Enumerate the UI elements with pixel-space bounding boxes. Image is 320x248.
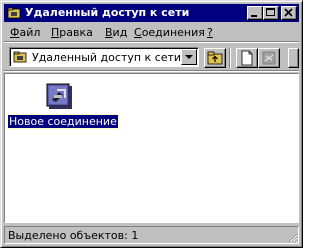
up-folder-icon (207, 51, 223, 65)
toolbar: Удаленный доступ к сети (4, 44, 299, 70)
status-bar: Выделено объектов: 1 (4, 226, 299, 244)
list-item[interactable]: Новое соединение (7, 78, 119, 130)
new-document-icon (241, 50, 253, 66)
menu-connections[interactable]: Соединения (134, 26, 205, 39)
address-dropdown-button[interactable] (181, 49, 197, 65)
menu-file[interactable]: Файл (10, 26, 40, 39)
item-label: Новое соединение (7, 114, 119, 129)
minimize-button[interactable] (247, 6, 263, 20)
menu-file-label: айл (19, 26, 41, 39)
new-button[interactable] (236, 48, 258, 68)
menu-connections-accel: С (134, 26, 142, 39)
toolbar-overflow-button[interactable] (288, 48, 299, 68)
toolbar-divider-bottom (4, 70, 299, 72)
toolbar-divider (229, 48, 231, 68)
chevron-down-icon (185, 55, 193, 59)
title-bar[interactable]: Удаленный доступ к сети (4, 4, 299, 22)
up-one-level-button[interactable] (204, 48, 226, 68)
folder-icon (13, 51, 27, 63)
menu-connections-label: оединения (141, 26, 205, 39)
close-icon (284, 8, 293, 17)
dial-up-networking-window: Удаленный доступ к сети Файл Правка Вид … (0, 0, 303, 248)
new-connection-icon (46, 83, 72, 109)
menu-divider (4, 41, 299, 43)
menu-help-accel: ? (207, 26, 213, 39)
menu-view-accel: В (105, 26, 113, 39)
resize-grip-icon[interactable] (286, 231, 298, 243)
menu-edit[interactable]: Правка (51, 26, 93, 39)
status-text: Выделено объектов: 1 (8, 229, 139, 242)
close-button[interactable] (281, 6, 297, 20)
maximize-icon (266, 8, 275, 16)
minimize-icon (251, 15, 257, 17)
maximize-button[interactable] (263, 6, 279, 20)
connect-button[interactable] (258, 48, 280, 68)
gray-connection-icon (262, 51, 276, 65)
menu-help[interactable]: ? (207, 26, 213, 39)
window-title: Удаленный доступ к сети (25, 6, 190, 19)
menu-bar: Файл Правка Вид Соединения ? (4, 23, 299, 41)
menu-view[interactable]: Вид (105, 26, 127, 39)
menu-edit-label: равка (59, 26, 93, 39)
address-combobox[interactable]: Удаленный доступ к сети (9, 47, 199, 67)
folder-icon (7, 7, 21, 19)
file-list-pane[interactable]: Новое соединение (4, 73, 299, 223)
address-value: Удаленный доступ к сети (32, 51, 182, 64)
menu-view-label: ид (112, 26, 128, 39)
